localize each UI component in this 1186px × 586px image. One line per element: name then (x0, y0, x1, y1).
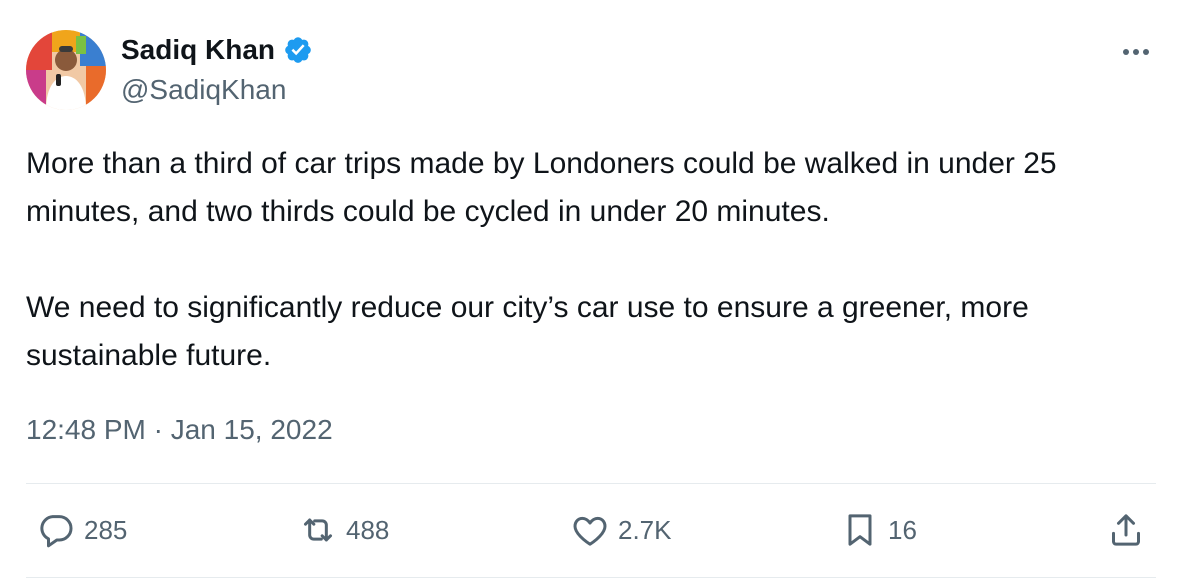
reply-button[interactable]: 285 (36, 507, 127, 553)
handle[interactable]: @SadiqKhan (121, 72, 286, 108)
share-icon (1106, 510, 1146, 550)
heart-icon (570, 510, 610, 550)
divider (26, 483, 1156, 484)
like-button[interactable]: 2.7K (570, 507, 672, 553)
divider (26, 577, 1156, 578)
tweet-paragraph: More than a third of car trips made by L… (26, 147, 1057, 228)
avatar[interactable] (26, 30, 106, 110)
tweet-card: Sadiq Khan @SadiqKhan More than a third … (0, 0, 1186, 586)
verified-badge-icon (283, 35, 313, 65)
more-horizontal-icon (1123, 49, 1149, 55)
tweet-paragraph: We need to significantly reduce our city… (26, 291, 1029, 372)
bookmark-icon (840, 510, 880, 550)
retweet-button[interactable]: 488 (298, 507, 389, 553)
retweet-count: 488 (346, 515, 390, 545)
bookmark-button[interactable]: 16 (840, 507, 917, 553)
more-options-button[interactable] (1116, 36, 1156, 68)
retweet-icon (298, 510, 338, 550)
like-count: 2.7K (618, 515, 672, 545)
bookmark-count: 16 (888, 515, 917, 545)
author-row: Sadiq Khan (121, 30, 313, 70)
reply-count: 285 (84, 515, 128, 545)
tweet-text: More than a third of car trips made by L… (26, 140, 1156, 380)
display-name[interactable]: Sadiq Khan (121, 30, 275, 70)
share-button[interactable] (1106, 507, 1146, 553)
reply-icon (36, 510, 76, 550)
timestamp[interactable]: 12:48 PM · Jan 15, 2022 (26, 410, 333, 450)
profile-photo-icon (26, 30, 106, 110)
